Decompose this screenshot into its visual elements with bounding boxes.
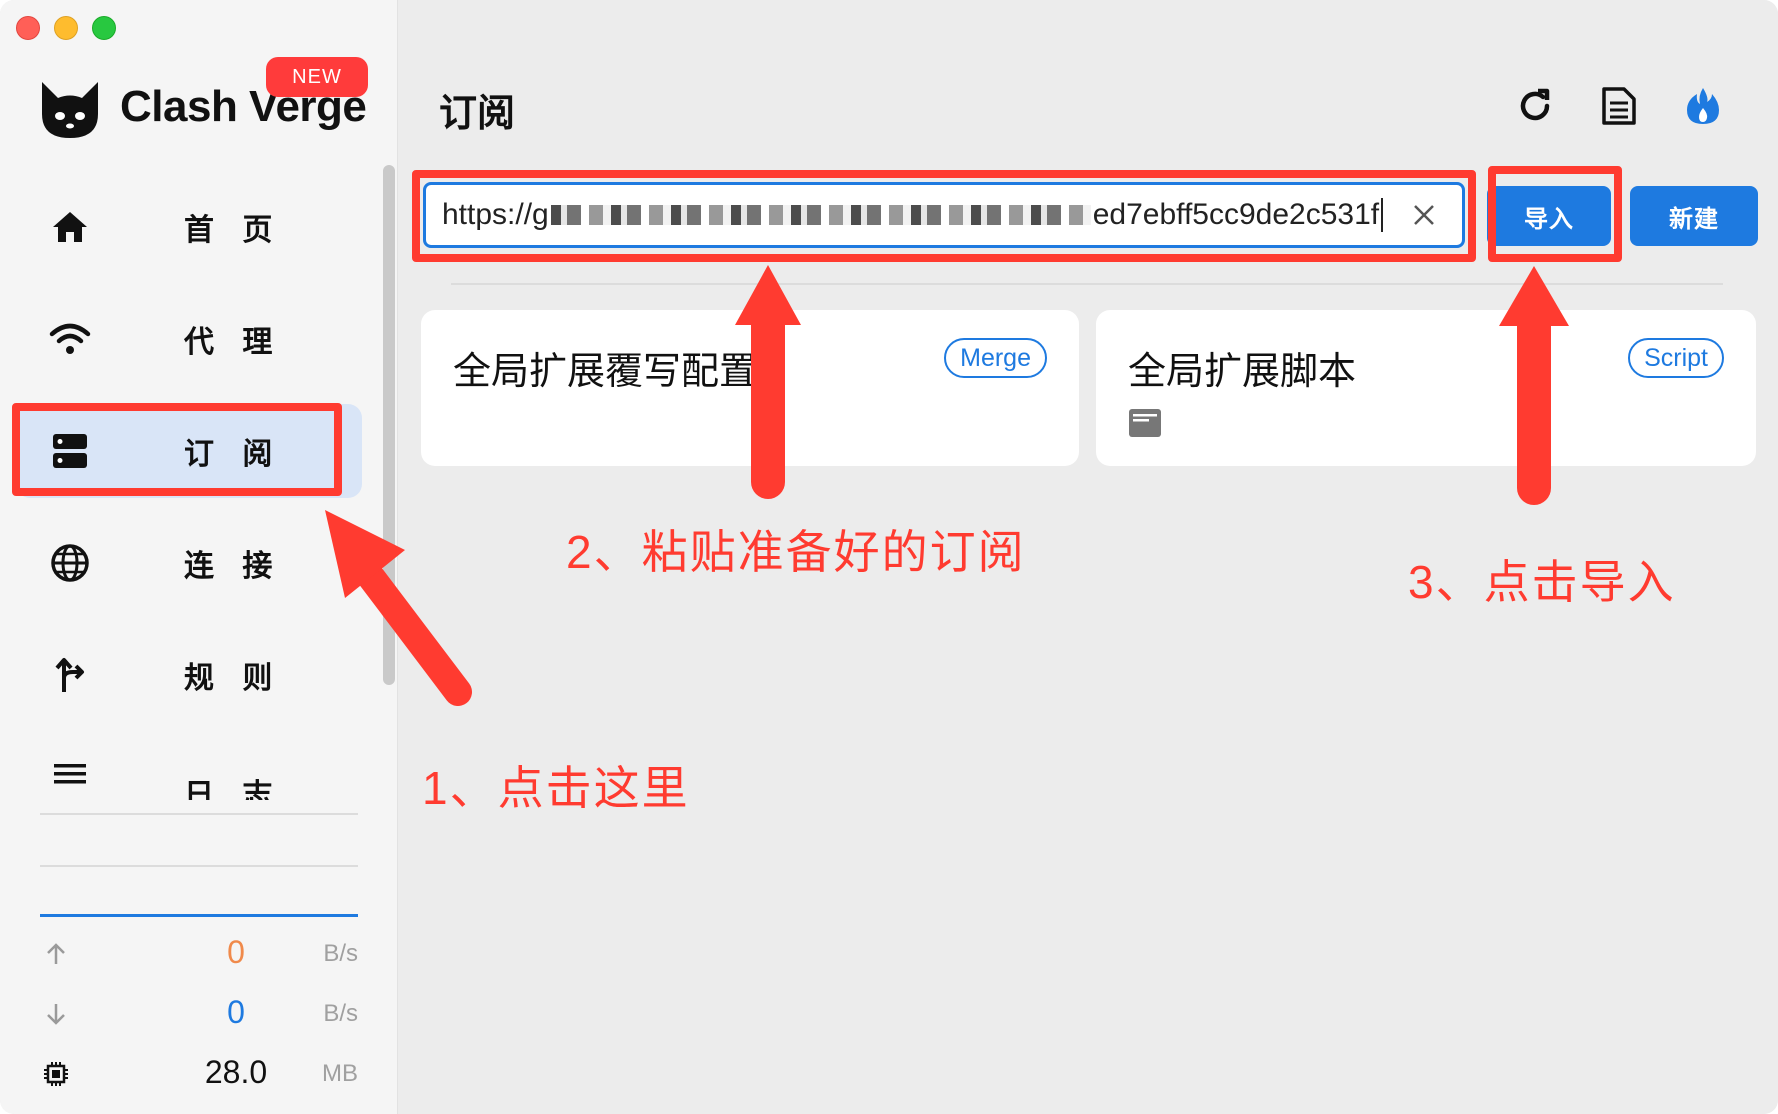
upload-value: 0 [227,934,245,970]
chip-icon [40,1058,72,1090]
sidebar-item-home[interactable]: 首 页 [16,180,362,274]
annotation-step1: 1、点击这里 [422,762,690,814]
sidebar-item-label: 首 页 [184,214,283,247]
memory-unit: MB [322,1060,358,1087]
memory-value: 28.0 [204,1054,268,1090]
annotation-step2: 2、粘贴准备好的订阅 [566,526,1026,578]
arrow-down-icon [40,998,72,1030]
refresh-icon[interactable] [1513,84,1557,128]
divider [40,865,358,867]
window-controls [16,16,116,40]
divider [40,813,358,815]
arrow-up-icon [40,938,72,970]
upload-speed: 0 B/s [40,934,358,974]
card-title: 全局扩展覆写配置 [453,351,758,393]
divider [451,283,1723,285]
close-window-button[interactable] [16,16,40,40]
highlight-url-input [412,170,1476,262]
globe-icon [48,541,92,585]
sidebar-item-proxy[interactable]: 代 理 [16,292,362,386]
fire-icon[interactable] [1681,84,1725,128]
highlight-subscription-nav [12,403,342,496]
memory-usage: 28.0 MB [40,1054,358,1094]
page-title: 订阅 [439,93,516,135]
merge-tag: Merge [944,338,1047,378]
sidebar-item-label: 规 则 [184,662,283,695]
script-tag: Script [1628,338,1724,378]
sidebar-item-label: 连 接 [184,550,283,583]
download-value: 0 [227,994,245,1030]
upload-unit: B/s [323,940,358,967]
document-icon[interactable] [1597,84,1641,128]
zoom-window-button[interactable] [92,16,116,40]
menu-icon [48,752,92,796]
app-window: Clash Verge NEW 首 页 代 理 订 阅 连 接 规 则 日 志 … [0,0,1778,1114]
profile-card-script[interactable]: 全局扩展脚本 Script [1096,310,1756,466]
sidebar: Clash Verge NEW 首 页 代 理 订 阅 连 接 规 则 日 志 … [0,0,398,1114]
sidebar-item-connections[interactable]: 连 接 [16,516,362,610]
wifi-icon [48,317,92,361]
download-speed: 0 B/s [40,994,358,1034]
sidebar-item-label: 代 理 [184,326,283,359]
annotation-step3: 3、点击导入 [1408,556,1676,608]
fork-icon [48,653,92,697]
profile-card-merge[interactable]: 全局扩展覆写配置 Merge [421,310,1079,466]
sidebar-item-logs[interactable]: 日 志 [16,736,362,800]
download-unit: B/s [323,1000,358,1027]
new-badge: NEW [266,57,368,97]
traffic-graph-baseline [40,914,358,917]
sidebar-item-rules[interactable]: 规 则 [16,628,362,722]
sidebar-scrollbar[interactable] [383,165,395,685]
highlight-import-button [1488,166,1622,262]
card-title: 全局扩展脚本 [1128,351,1357,393]
file-icon [1129,409,1161,437]
home-icon [48,205,92,249]
sidebar-item-label: 日 志 [184,779,283,800]
cat-logo-icon [42,82,98,138]
new-button[interactable]: 新建 [1630,186,1758,246]
minimize-window-button[interactable] [54,16,78,40]
